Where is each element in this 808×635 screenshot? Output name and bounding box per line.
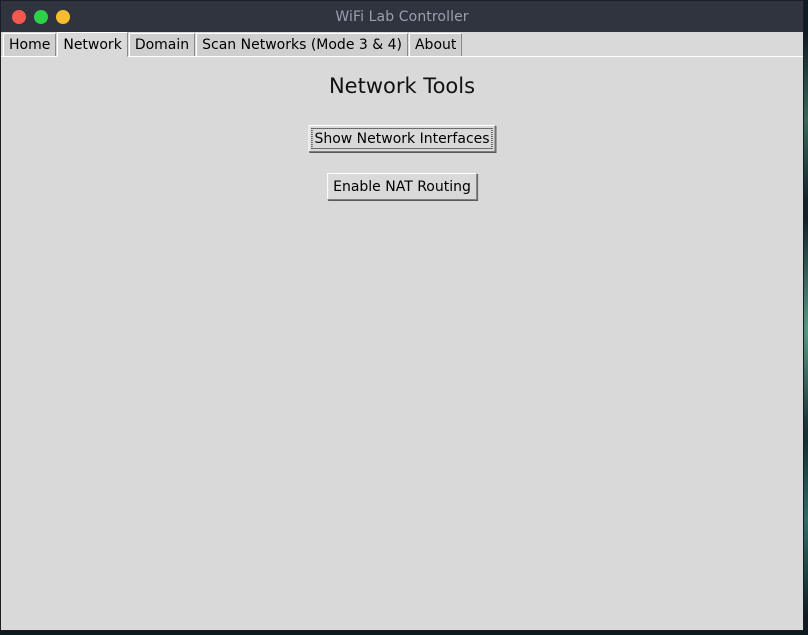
tab-bar: Home Network Domain Scan Networks (Mode … [1,32,803,57]
window-title: WiFi Lab Controller [335,8,469,25]
window-controls [12,10,70,24]
tab-domain[interactable]: Domain [128,33,196,56]
app-window: WiFi Lab Controller Home Network Domain … [0,0,804,631]
title-bar[interactable]: WiFi Lab Controller [1,1,803,32]
maximize-window-button[interactable] [34,10,48,24]
enable-nat-routing-button[interactable]: Enable NAT Routing [327,173,477,200]
page-title: Network Tools [328,74,476,98]
tab-scan-networks[interactable]: Scan Networks (Mode 3 & 4) [196,33,408,56]
tab-home[interactable]: Home [3,33,57,56]
tab-network[interactable]: Network [57,32,128,57]
tab-about[interactable]: About [408,33,463,56]
close-window-button[interactable] [12,10,26,24]
show-network-interfaces-button[interactable]: Show Network Interfaces [308,125,496,152]
network-tab-panel: Network Tools Show Network Interfaces En… [1,57,803,630]
minimize-window-button[interactable] [56,10,70,24]
